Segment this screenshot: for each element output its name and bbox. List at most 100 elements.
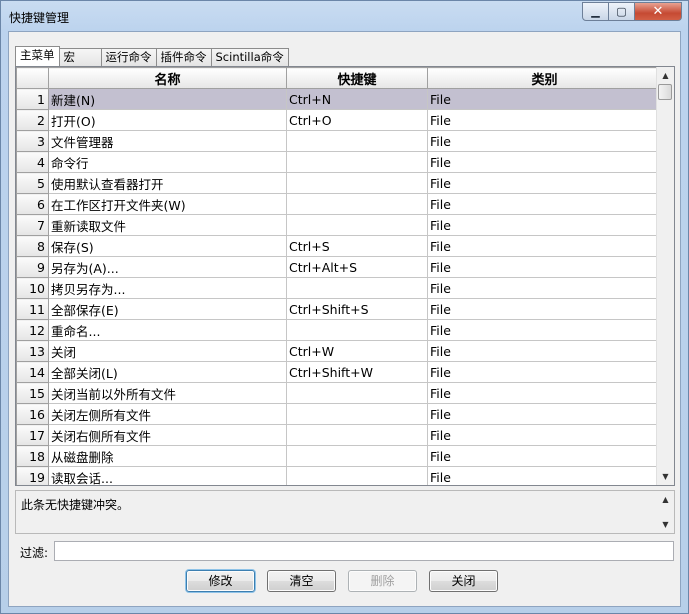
category-cell[interactable]: File <box>427 193 662 215</box>
scroll-thumb[interactable] <box>658 84 672 100</box>
command-name-cell[interactable]: 重新读取文件 <box>48 214 287 236</box>
row-number[interactable]: 1 <box>16 88 49 110</box>
shortcut-cell[interactable] <box>286 193 428 215</box>
category-cell[interactable]: File <box>427 466 662 485</box>
column-header-shortcut[interactable]: 快捷键 <box>286 67 428 89</box>
row-number[interactable]: 4 <box>16 151 49 173</box>
row-number[interactable]: 9 <box>16 256 49 278</box>
command-name-cell[interactable]: 关闭 <box>48 340 287 362</box>
shortcut-cell[interactable] <box>286 214 428 236</box>
table-row[interactable]: 17 关闭右侧所有文件 File <box>16 424 662 446</box>
row-number[interactable]: 3 <box>16 130 49 152</box>
category-cell[interactable]: File <box>427 382 662 404</box>
scroll-down-icon[interactable]: ▼ <box>657 468 674 485</box>
table-row[interactable]: 19 读取会话... File <box>16 466 662 485</box>
table-row[interactable]: 7 重新读取文件 File <box>16 214 662 236</box>
command-name-cell[interactable]: 在工作区打开文件夹(W) <box>48 193 287 215</box>
category-cell[interactable]: File <box>427 130 662 152</box>
table-row[interactable]: 15 关闭当前以外所有文件 File <box>16 382 662 404</box>
table-row[interactable]: 9 另存为(A)... Ctrl+Alt+S File <box>16 256 662 278</box>
row-number[interactable]: 14 <box>16 361 49 383</box>
clear-button[interactable]: 清空 <box>267 570 336 592</box>
category-cell[interactable]: File <box>427 277 662 299</box>
category-cell[interactable]: File <box>427 256 662 278</box>
table-row[interactable]: 14 全部关闭(L) Ctrl+Shift+W File <box>16 361 662 383</box>
tab-run-commands[interactable]: 运行命令 <box>101 48 157 66</box>
shortcut-cell[interactable]: Ctrl+Alt+S <box>286 256 428 278</box>
tab-scintilla-commands[interactable]: Scintilla命令 <box>211 48 289 66</box>
title-bar[interactable]: 快捷键管理 ▁ ▢ ✕ <box>1 1 688 31</box>
row-number[interactable]: 19 <box>16 466 49 485</box>
category-cell[interactable]: File <box>427 172 662 194</box>
table-row[interactable]: 8 保存(S) Ctrl+S File <box>16 235 662 257</box>
table-row[interactable]: 6 在工作区打开文件夹(W) File <box>16 193 662 215</box>
grid-scrollbar[interactable]: ▲ ▼ <box>656 67 674 485</box>
row-number[interactable]: 11 <box>16 298 49 320</box>
category-cell[interactable]: File <box>427 214 662 236</box>
table-row[interactable]: 12 重命名... File <box>16 319 662 341</box>
category-cell[interactable]: File <box>427 424 662 446</box>
shortcut-cell[interactable] <box>286 445 428 467</box>
category-cell[interactable]: File <box>427 319 662 341</box>
close-button[interactable]: 关闭 <box>429 570 498 592</box>
modify-button[interactable]: 修改 <box>186 570 255 592</box>
table-row[interactable]: 2 打开(O) Ctrl+O File <box>16 109 662 131</box>
command-name-cell[interactable]: 保存(S) <box>48 235 287 257</box>
command-name-cell[interactable]: 文件管理器 <box>48 130 287 152</box>
tab-plugin-commands[interactable]: 插件命令 <box>156 48 212 66</box>
category-cell[interactable]: File <box>427 298 662 320</box>
shortcut-grid[interactable]: 名称 快捷键 类别 1 新建(N) Ctrl+N File 2 打开(O) Ctrl+O Fi… <box>15 66 675 486</box>
column-header-name[interactable]: 名称 <box>48 67 287 89</box>
category-cell[interactable]: File <box>427 445 662 467</box>
row-number[interactable]: 17 <box>16 424 49 446</box>
table-row[interactable]: 13 关闭 Ctrl+W File <box>16 340 662 362</box>
shortcut-cell[interactable] <box>286 172 428 194</box>
command-name-cell[interactable]: 重命名... <box>48 319 287 341</box>
row-number[interactable]: 16 <box>16 403 49 425</box>
close-window-button[interactable]: ✕ <box>635 2 682 21</box>
shortcut-cell[interactable]: Ctrl+O <box>286 109 428 131</box>
category-cell[interactable]: File <box>427 361 662 383</box>
info-scrollbar[interactable]: ▲ ▼ <box>657 491 674 533</box>
command-name-cell[interactable]: 新建(N) <box>48 88 287 110</box>
shortcut-cell[interactable] <box>286 466 428 485</box>
minimize-button[interactable]: ▁ <box>582 2 609 21</box>
shortcut-cell[interactable]: Ctrl+Shift+S <box>286 298 428 320</box>
command-name-cell[interactable]: 关闭左侧所有文件 <box>48 403 287 425</box>
shortcut-cell[interactable] <box>286 319 428 341</box>
shortcut-cell[interactable]: Ctrl+W <box>286 340 428 362</box>
shortcut-cell[interactable]: Ctrl+Shift+W <box>286 361 428 383</box>
shortcut-cell[interactable] <box>286 277 428 299</box>
shortcut-cell[interactable] <box>286 403 428 425</box>
row-number[interactable]: 2 <box>16 109 49 131</box>
command-name-cell[interactable]: 全部关闭(L) <box>48 361 287 383</box>
shortcut-cell[interactable]: Ctrl+S <box>286 235 428 257</box>
command-name-cell[interactable]: 读取会话... <box>48 466 287 485</box>
row-number[interactable]: 18 <box>16 445 49 467</box>
command-name-cell[interactable]: 使用默认查看器打开 <box>48 172 287 194</box>
command-name-cell[interactable]: 关闭右侧所有文件 <box>48 424 287 446</box>
row-number[interactable]: 5 <box>16 172 49 194</box>
table-row[interactable]: 10 拷贝另存为... File <box>16 277 662 299</box>
category-cell[interactable]: File <box>427 109 662 131</box>
table-row[interactable]: 18 从磁盘删除 File <box>16 445 662 467</box>
row-number[interactable]: 13 <box>16 340 49 362</box>
maximize-button[interactable]: ▢ <box>609 2 635 21</box>
info-scroll-down-icon[interactable]: ▼ <box>657 516 674 533</box>
command-name-cell[interactable]: 打开(O) <box>48 109 287 131</box>
shortcut-cell[interactable] <box>286 130 428 152</box>
category-cell[interactable]: File <box>427 403 662 425</box>
column-header-category[interactable]: 类别 <box>427 67 662 89</box>
category-cell[interactable]: File <box>427 88 662 110</box>
filter-input[interactable] <box>54 541 674 561</box>
table-row[interactable]: 3 文件管理器 File <box>16 130 662 152</box>
command-name-cell[interactable]: 全部保存(E) <box>48 298 287 320</box>
command-name-cell[interactable]: 拷贝另存为... <box>48 277 287 299</box>
command-name-cell[interactable]: 关闭当前以外所有文件 <box>48 382 287 404</box>
table-row[interactable]: 1 新建(N) Ctrl+N File <box>16 88 662 110</box>
table-row[interactable]: 16 关闭左侧所有文件 File <box>16 403 662 425</box>
scroll-up-icon[interactable]: ▲ <box>657 67 674 84</box>
row-number[interactable]: 8 <box>16 235 49 257</box>
table-row[interactable]: 11 全部保存(E) Ctrl+Shift+S File <box>16 298 662 320</box>
shortcut-cell[interactable] <box>286 382 428 404</box>
